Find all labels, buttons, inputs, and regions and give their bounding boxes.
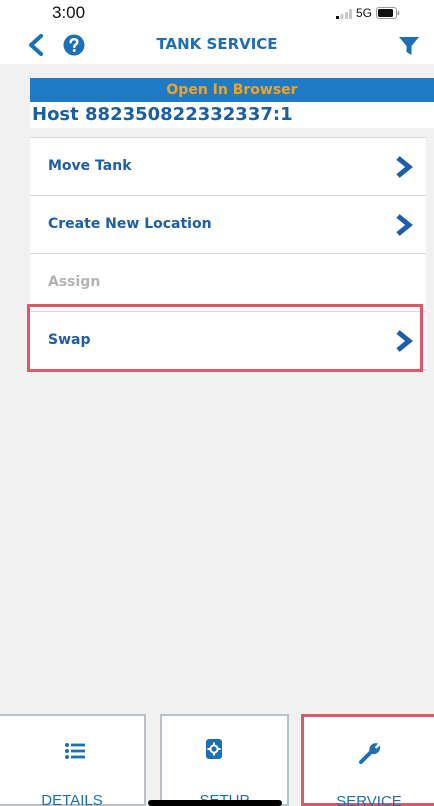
menu-item-label: Assign [48,274,101,290]
menu-item-label: Swap [48,332,91,348]
bottom-tab-bar: DETAILS SETUP SERVICE [0,714,434,806]
menu-item-assign: Assign [30,254,426,312]
service-menu: Move Tank Create New Location Assign Swa… [30,137,426,370]
menu-item-move-tank[interactable]: Move Tank [30,137,426,196]
tab-details[interactable]: DETAILS [0,714,146,806]
back-chevron-icon[interactable] [25,33,49,57]
menu-item-create-new-location[interactable]: Create New Location [30,196,426,254]
chevron-right-icon [396,156,413,178]
tab-label: SERVICE [336,793,402,806]
host-identifier: Host 882350822332337:1 [30,102,434,128]
chevron-right-icon [396,330,413,352]
open-in-browser-button[interactable]: Open In Browser [30,78,434,102]
help-icon[interactable] [63,34,85,56]
menu-item-label: Move Tank [48,158,132,174]
menu-item-label: Create New Location [48,216,212,232]
wrench-icon [359,743,381,764]
page-title: TANK SERVICE [156,35,278,53]
tab-label: DETAILS [41,792,103,806]
list-icon [65,743,85,759]
status-time: 3:00 [52,3,86,22]
signal-icon [336,9,352,19]
network-type: 5G [356,6,373,20]
settings-icon [206,739,222,759]
filter-icon[interactable] [398,35,420,57]
tab-service[interactable]: SERVICE [301,714,434,806]
home-indicator[interactable] [148,800,282,806]
battery-icon [376,7,400,19]
chevron-right-icon [396,214,413,236]
tab-setup[interactable]: SETUP [160,714,289,806]
status-bar: 3:00 5G [0,0,434,26]
nav-bar: TANK SERVICE [0,26,434,64]
menu-item-swap[interactable]: Swap [30,312,426,370]
app-screen: 3:00 5G TANK SERVICE Open In Browser Hos… [0,0,434,806]
